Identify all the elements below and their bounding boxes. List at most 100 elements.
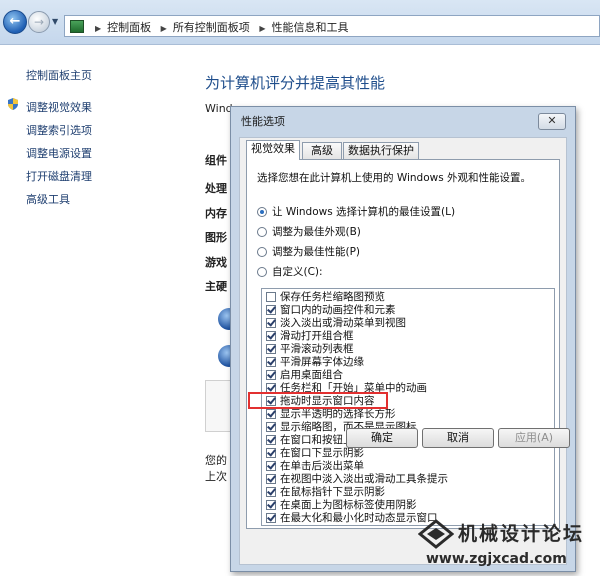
checkbox[interactable] xyxy=(266,513,276,523)
option-label: 在最大化和最小化时动态显示窗口 xyxy=(280,512,438,524)
control-panel-icon xyxy=(70,20,84,33)
sidebar-item-visual-effects[interactable]: 调整视觉效果 xyxy=(26,99,92,115)
windows-text: Wind xyxy=(205,102,233,115)
primary-disk-label: 主硬 xyxy=(205,280,227,293)
radio-best-performance[interactable]: 调整为最佳性能(P) xyxy=(257,244,360,259)
breadcrumb-item[interactable]: 所有控制面板项 xyxy=(173,21,250,34)
sidebar-item-disk-cleanup[interactable]: 打开磁盘清理 xyxy=(26,168,92,184)
checkbox[interactable] xyxy=(266,318,276,328)
processor-label: 处理 xyxy=(205,182,227,195)
checkbox[interactable] xyxy=(266,292,276,302)
control-panel-home-link[interactable]: 控制面板主页 xyxy=(26,67,92,83)
radio-label: 自定义(C): xyxy=(272,266,323,278)
shield-icon xyxy=(8,98,18,110)
apply-button[interactable]: 应用(A) xyxy=(498,428,570,448)
list-item[interactable]: 在视图中淡入淡出或滑动工具条提示 xyxy=(266,473,448,486)
breadcrumb-item[interactable]: 控制面板 xyxy=(107,21,151,34)
chevron-right-icon[interactable]: ▶ xyxy=(161,24,167,33)
option-label: 启用桌面组合 xyxy=(280,369,343,381)
dialog-title: 性能选项 xyxy=(241,115,285,128)
checkbox[interactable] xyxy=(266,305,276,315)
list-item[interactable]: 在窗口下显示阴影 xyxy=(266,447,364,460)
ok-button[interactable]: 确定 xyxy=(346,428,418,448)
checkbox[interactable] xyxy=(266,487,276,497)
checkbox[interactable] xyxy=(266,474,276,484)
radio-custom[interactable]: 自定义(C): xyxy=(257,264,323,279)
list-item[interactable]: 滑动打开组合框 xyxy=(266,330,354,343)
tab-advanced[interactable]: 高级 xyxy=(302,142,342,160)
list-item[interactable]: 平滑屏幕字体边缘 xyxy=(266,356,364,369)
checkbox[interactable] xyxy=(266,461,276,471)
option-label: 滑动打开组合框 xyxy=(280,330,354,342)
list-item[interactable]: 在桌面上为图标标签使用阴影 xyxy=(266,499,417,512)
option-label: 平滑滚动列表框 xyxy=(280,343,354,355)
option-label: 淡入淡出或滑动菜单到视图 xyxy=(280,317,406,329)
list-item[interactable]: 在单击后淡出菜单 xyxy=(266,460,364,473)
list-item[interactable]: 窗口内的动画控件和元素 xyxy=(266,304,396,317)
tab-visual-effects[interactable]: 视觉效果 xyxy=(246,140,300,160)
list-item[interactable]: 保存任务栏缩略图预览 xyxy=(266,291,385,304)
forward-arrow-icon[interactable]: → xyxy=(28,11,50,33)
highlight-box xyxy=(248,392,388,409)
radio-label: 调整为最佳性能(P) xyxy=(272,246,361,258)
breadcrumb-item[interactable]: 性能信息和工具 xyxy=(271,21,348,34)
option-label: 窗口内的动画控件和元素 xyxy=(280,304,396,316)
option-label: 在单击后淡出菜单 xyxy=(280,460,364,472)
graphics-label: 图形 xyxy=(205,231,227,244)
list-item[interactable]: 平滑滚动列表框 xyxy=(266,343,354,356)
watermark-name: 机械设计论坛 xyxy=(458,523,585,545)
dialog-body: 视觉效果 高级 数据执行保护 选择您想在此计算机上使用的 Windows 外观和… xyxy=(239,137,567,565)
navigation-bar: ← → ▼ ▶ 控制面板 ▶ 所有控制面板项 ▶ 性能信息和工具 xyxy=(0,0,600,45)
watermark-url: www.zgjxcad.com xyxy=(426,551,567,567)
checkbox[interactable] xyxy=(266,422,276,432)
sidebar-item-advanced-tools[interactable]: 高级工具 xyxy=(26,191,70,207)
list-item[interactable]: 在鼠标指针下显示阴影 xyxy=(266,486,385,499)
option-label: 保存任务栏缩略图预览 xyxy=(280,291,385,303)
radio-button[interactable] xyxy=(257,227,267,237)
list-item[interactable]: 淡入淡出或滑动菜单到视图 xyxy=(266,317,406,330)
list-item[interactable]: 在最大化和最小化时动态显示窗口 xyxy=(266,512,438,525)
tab-data-execution-prevention[interactable]: 数据执行保护 xyxy=(343,142,419,160)
radio-best-appearance[interactable]: 调整为最佳外观(B) xyxy=(257,224,361,239)
cancel-button[interactable]: 取消 xyxy=(422,428,494,448)
checkbox[interactable] xyxy=(266,344,276,354)
watermark: 机械设计论坛 www.zgjxcad.com xyxy=(418,515,600,576)
list-item[interactable]: 启用桌面组合 xyxy=(266,369,343,382)
radio-let-windows-choose[interactable]: 让 Windows 选择计算机的最佳设置(L) xyxy=(257,204,455,219)
page-title: 为计算机评分并提高其性能 xyxy=(205,74,386,92)
last-update-text: 上次 xyxy=(205,470,227,483)
checkbox[interactable] xyxy=(266,357,276,367)
radio-label: 让 Windows 选择计算机的最佳设置(L) xyxy=(272,206,456,218)
radio-button[interactable] xyxy=(257,247,267,257)
radio-button[interactable] xyxy=(257,267,267,277)
gaming-label: 游戏 xyxy=(205,256,227,269)
radio-button[interactable] xyxy=(257,207,267,217)
option-label: 在鼠标指针下显示阴影 xyxy=(280,486,385,498)
list-item[interactable]: 显示半透明的选择长方形 xyxy=(266,408,396,421)
option-label: 显示半透明的选择长方形 xyxy=(280,408,396,420)
checkbox[interactable] xyxy=(266,331,276,341)
forum-logo-icon xyxy=(418,519,454,549)
option-label: 在视图中淡入淡出或滑动工具条提示 xyxy=(280,473,448,485)
checkbox[interactable] xyxy=(266,370,276,380)
chevron-right-icon[interactable]: ▶ xyxy=(259,24,265,33)
checkbox[interactable] xyxy=(266,500,276,510)
chevron-right-icon[interactable]: ▶ xyxy=(95,24,101,33)
visual-effects-panel: 选择您想在此计算机上使用的 Windows 外观和性能设置。 让 Windows… xyxy=(246,159,560,529)
close-button[interactable]: ✕ xyxy=(538,113,566,130)
option-label: 在窗口下显示阴影 xyxy=(280,447,364,459)
checkbox[interactable] xyxy=(266,448,276,458)
breadcrumb: ▶ 控制面板 ▶ 所有控制面板项 ▶ 性能信息和工具 xyxy=(89,19,348,35)
sidebar-item-indexing[interactable]: 调整索引选项 xyxy=(26,122,92,138)
address-bar[interactable]: ▶ 控制面板 ▶ 所有控制面板项 ▶ 性能信息和工具 xyxy=(64,15,600,37)
checkbox[interactable] xyxy=(266,409,276,419)
rating-text: 您的 xyxy=(205,454,227,467)
checkbox[interactable] xyxy=(266,435,276,445)
computer-image-icon xyxy=(205,380,233,432)
sidebar-item-power[interactable]: 调整电源设置 xyxy=(26,145,92,161)
memory-label: 内存 xyxy=(205,207,227,220)
history-dropdown-icon[interactable]: ▼ xyxy=(52,17,58,26)
option-label: 平滑屏幕字体边缘 xyxy=(280,356,364,368)
performance-options-dialog: 性能选项 ✕ 视觉效果 高级 数据执行保护 选择您想在此计算机上使用的 Wind… xyxy=(230,106,576,572)
back-arrow-icon[interactable]: ← xyxy=(3,10,27,34)
